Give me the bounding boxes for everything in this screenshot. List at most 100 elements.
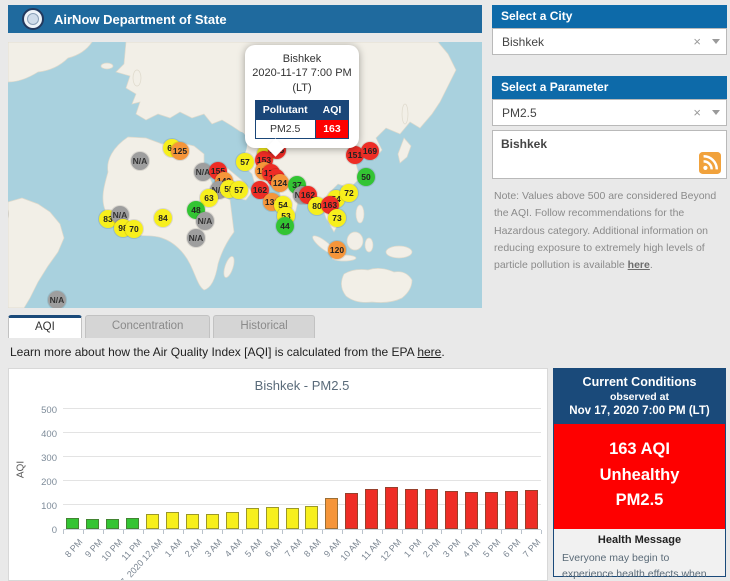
aqi-marker[interactable]: 57 (230, 181, 248, 199)
aqi-marker[interactable]: 72 (340, 184, 358, 202)
x-tick-label: 5 AM (242, 537, 263, 559)
chart-bar[interactable] (365, 489, 378, 529)
y-tick-label: 500 (23, 405, 57, 416)
x-tick (183, 530, 184, 534)
x-tick (342, 530, 343, 534)
learn-more-here-link[interactable]: here (417, 345, 441, 359)
cc-health-title: Health Message (562, 534, 717, 546)
city-select[interactable]: Bishkek × (492, 28, 727, 55)
aqi-marker[interactable]: 124 (271, 174, 289, 192)
x-tick-label: 4 AM (223, 537, 244, 559)
chart-bar[interactable] (226, 512, 239, 529)
chart-bar[interactable] (266, 507, 279, 529)
aqi-marker[interactable]: 50 (357, 168, 375, 186)
chart-bar[interactable] (345, 493, 358, 529)
app-title: AirNow Department of State (54, 12, 227, 27)
city-clear-icon[interactable]: × (686, 34, 708, 49)
x-tick (103, 530, 104, 534)
chart-bar[interactable] (146, 514, 159, 529)
tab-historical[interactable]: Historical (213, 315, 314, 338)
learn-more-prefix: Learn more about how the Air Quality Ind… (10, 345, 417, 359)
chart-bar[interactable] (425, 489, 438, 529)
x-tick (143, 530, 144, 534)
x-tick (302, 530, 303, 534)
x-tick-label: 12 PM (378, 537, 403, 563)
chart-bar[interactable] (66, 518, 79, 529)
popup-city: Bishkek (250, 52, 354, 66)
aqi-marker[interactable]: 84 (154, 209, 172, 227)
map-header-bar: AirNow Department of State (8, 5, 482, 33)
x-tick-label: 6 PM (501, 537, 522, 559)
x-tick-label: 8 AM (302, 537, 323, 559)
cc-health-text: Everyone may begin to experience health … (562, 550, 717, 581)
aqi-marker[interactable]: 70 (125, 220, 143, 238)
cc-datetime: Nov 17, 2020 7:00 PM (LT) (558, 405, 721, 417)
x-tick (242, 530, 243, 534)
aqi-marker[interactable]: 125 (171, 142, 189, 160)
aqi-marker[interactable]: N/A (187, 229, 205, 247)
parameter-clear-icon[interactable]: × (686, 105, 708, 120)
x-tick-label: 1 AM (163, 537, 184, 559)
chart-bar[interactable] (445, 491, 458, 529)
chart-bar[interactable] (166, 512, 179, 529)
aqi-marker[interactable]: 44 (276, 217, 294, 235)
x-tick-label: 7 AM (282, 537, 303, 559)
select-parameter-header: Select a Parameter (492, 76, 727, 99)
chart-bar[interactable] (405, 489, 418, 529)
x-tick (422, 530, 423, 534)
x-tick-label: 11 AM (359, 537, 383, 562)
chart-title: Bishkek - PM2.5 (63, 378, 541, 393)
aqi-marker[interactable]: 57 (236, 153, 254, 171)
chart-bar[interactable] (525, 490, 538, 529)
gridline (63, 432, 541, 433)
aqi-marker[interactable]: N/A (131, 152, 149, 170)
gridline (63, 456, 541, 457)
aqi-marker[interactable]: 120 (328, 241, 346, 259)
x-tick (382, 530, 383, 534)
y-tick-label: 400 (23, 429, 57, 440)
chart-bar[interactable] (305, 506, 318, 529)
tab-aqi[interactable]: AQI (8, 315, 82, 338)
chart-bar[interactable] (206, 514, 219, 529)
rss-icon[interactable] (699, 152, 721, 174)
popup-timezone: (LT) (250, 81, 354, 95)
chart-bar[interactable] (126, 518, 139, 529)
note-suffix: . (650, 259, 653, 271)
parameter-select[interactable]: PM2.5 × (492, 99, 727, 126)
tab-concentration[interactable]: Concentration (85, 315, 211, 338)
chart-bar[interactable] (86, 519, 99, 529)
aqi-marker[interactable]: 169 (361, 142, 379, 160)
aqi-marker[interactable]: 73 (328, 209, 346, 227)
chart-bar[interactable] (465, 492, 478, 529)
chart-bar[interactable] (186, 514, 199, 529)
aqi-marker[interactable]: N/A (48, 291, 66, 308)
chart-bar[interactable] (286, 508, 299, 529)
y-tick-label: 300 (23, 453, 57, 464)
chart-bar[interactable] (106, 519, 119, 529)
current-conditions-header: Current Conditions observed at Nov 17, 2… (554, 369, 725, 424)
chart-bar[interactable] (325, 498, 338, 529)
chart-x-labels: 8 PM9 PM10 PM11 PM17, 2020 12 AM1 AM2 AM… (63, 537, 541, 581)
world-map[interactable]: 83N/A98708461125N/AN/A155142N/A55576348N… (8, 42, 482, 308)
chart-bar[interactable] (385, 487, 398, 529)
x-tick-label: 6 AM (262, 537, 283, 559)
current-conditions-panel: Current Conditions observed at Nov 17, 2… (553, 368, 726, 577)
x-tick-label: 3 PM (441, 537, 462, 559)
popup-col-aqi: AQI (315, 100, 349, 119)
x-tick-label: 10 AM (339, 537, 364, 563)
airnow-page: AirNow Department of State (0, 0, 730, 581)
gridline (63, 408, 541, 409)
city-caret-icon[interactable] (712, 39, 720, 44)
aqi-marker[interactable]: N/A (196, 212, 214, 230)
chart-bar[interactable] (505, 491, 518, 529)
note-here-link[interactable]: here (628, 259, 650, 271)
parameter-caret-icon[interactable] (712, 110, 720, 115)
city-feed-box[interactable]: Bishkek (492, 130, 727, 179)
popup-table: Pollutant AQI PM2.5 163 (255, 100, 350, 139)
view-tabs: AQIConcentrationHistorical (8, 315, 315, 338)
chart-plot-area (63, 410, 541, 530)
note-text: Note: Values above 500 are considered Be… (494, 190, 716, 271)
aqi-note: Note: Values above 500 are considered Be… (494, 188, 726, 275)
chart-bar[interactable] (246, 508, 259, 529)
chart-bar[interactable] (485, 492, 498, 529)
